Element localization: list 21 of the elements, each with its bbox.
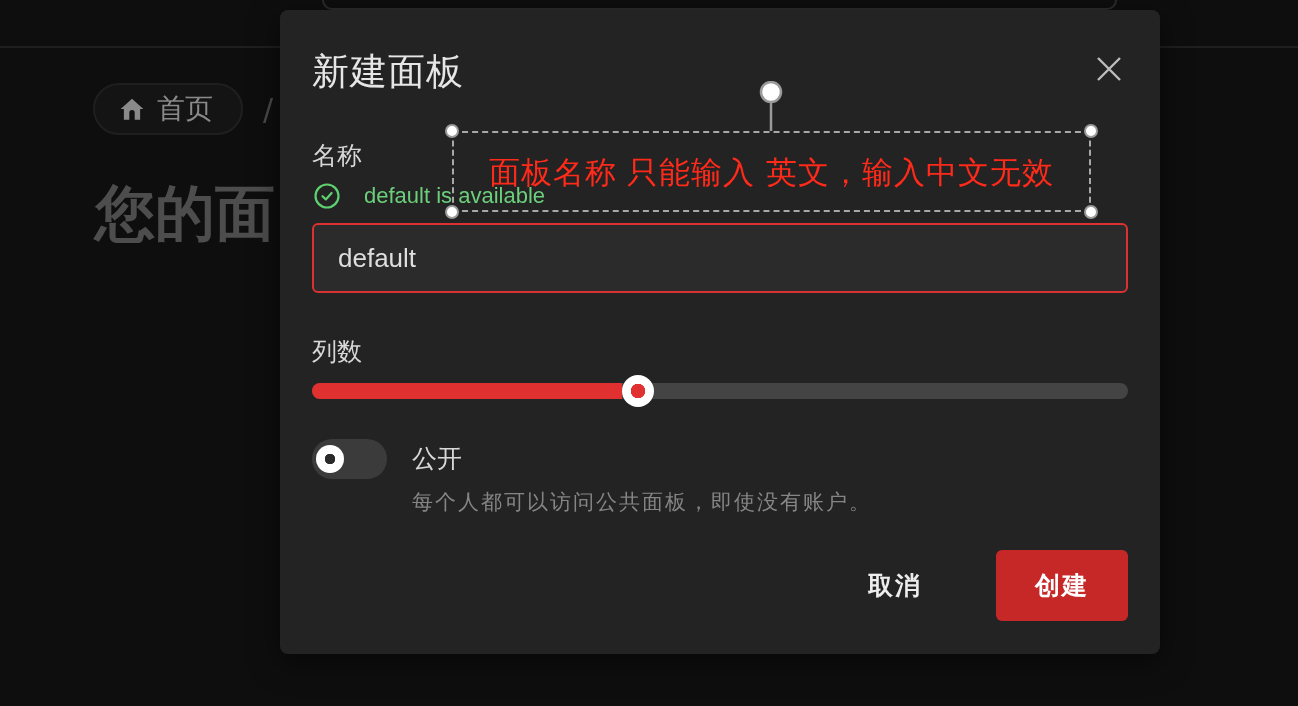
handle-icon[interactable] <box>1084 124 1098 138</box>
handle-icon[interactable] <box>445 205 459 219</box>
page-heading: 您的面 <box>95 178 275 248</box>
switch-description: 每个人都可以访问公共面板，即使没有账户。 <box>412 489 872 516</box>
breadcrumb-home-link[interactable]: 首页 <box>93 83 243 135</box>
rotate-handle-icon[interactable] <box>759 81 783 131</box>
dialog-title: 新建面板 <box>312 50 464 94</box>
field-label: 名称 <box>312 140 362 172</box>
breadcrumb-separator: / <box>263 91 274 127</box>
slider-thumb[interactable] <box>622 375 655 407</box>
handle-icon[interactable] <box>1084 205 1098 219</box>
create-button[interactable]: 创建 <box>996 550 1128 621</box>
toggle-switch[interactable] <box>312 439 387 479</box>
field-label: 列数 <box>312 336 362 368</box>
name-input[interactable]: default <box>312 223 1128 293</box>
handle-icon[interactable] <box>445 124 459 138</box>
home-icon <box>119 96 145 122</box>
cancel-button[interactable]: 取消 <box>844 550 946 621</box>
close-icon <box>1097 57 1121 81</box>
switch-label: 公开 <box>412 443 462 475</box>
close-button[interactable] <box>1097 57 1121 81</box>
